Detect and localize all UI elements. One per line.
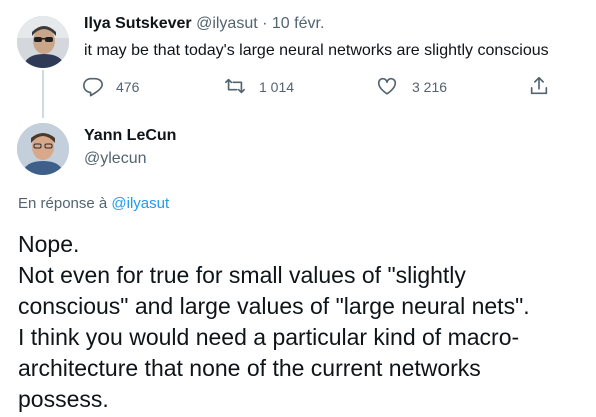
- tweet1-text: it may be that today's large neural netw…: [84, 42, 549, 59]
- tweet2-text-line: Not even for true for small values of "s…: [18, 262, 466, 288]
- retweet-button[interactable]: 1 014: [224, 75, 294, 99]
- tweet1-author-name[interactable]: Ilya Sutskever: [84, 15, 192, 32]
- thread-connector-line: [42, 70, 44, 118]
- tweet2-text: Nope. Not even for true for small values…: [18, 229, 588, 415]
- like-icon: [376, 75, 398, 100]
- tweet1-header: Ilya Sutskever @ilyasut · 10 févr.: [84, 15, 324, 33]
- tweet2-text-line: Nope.: [18, 231, 80, 257]
- retweet-count: 1 014: [259, 79, 295, 95]
- avatar-ilya-sutskever[interactable]: [17, 16, 69, 68]
- tweet2-text-line: possess.: [18, 386, 109, 412]
- avatar-yann-lecun[interactable]: [17, 123, 69, 175]
- tweet2-text-line: conscious" and large values of "large ne…: [18, 293, 530, 319]
- like-count: 3 216: [412, 79, 448, 95]
- retweet-icon: [224, 75, 246, 100]
- tweet1-author-handle[interactable]: @ilyasut: [196, 15, 258, 32]
- reply-icon: [82, 75, 104, 100]
- like-button[interactable]: 3 216: [376, 75, 447, 99]
- tweet2-text-line: I think you would need a particular kind…: [18, 324, 520, 350]
- tweet1-separator: ·: [262, 15, 268, 32]
- tweet1-date[interactable]: 10 févr.: [272, 15, 324, 32]
- reply-button[interactable]: 476: [82, 75, 139, 99]
- replying-handle-link[interactable]: @ilyasut: [111, 195, 169, 212]
- share-button[interactable]: [528, 75, 550, 99]
- share-icon: [528, 75, 550, 100]
- replying-to: En réponse à @ilyasut: [18, 195, 169, 212]
- replying-prefix: En réponse à: [18, 195, 108, 212]
- tweet2-author-name[interactable]: Yann LeCun: [84, 127, 176, 145]
- tweet2-text-line: architecture that none of the current ne…: [18, 355, 481, 381]
- reply-count: 476: [116, 79, 140, 95]
- tweet2-author-handle[interactable]: @ylecun: [84, 150, 147, 168]
